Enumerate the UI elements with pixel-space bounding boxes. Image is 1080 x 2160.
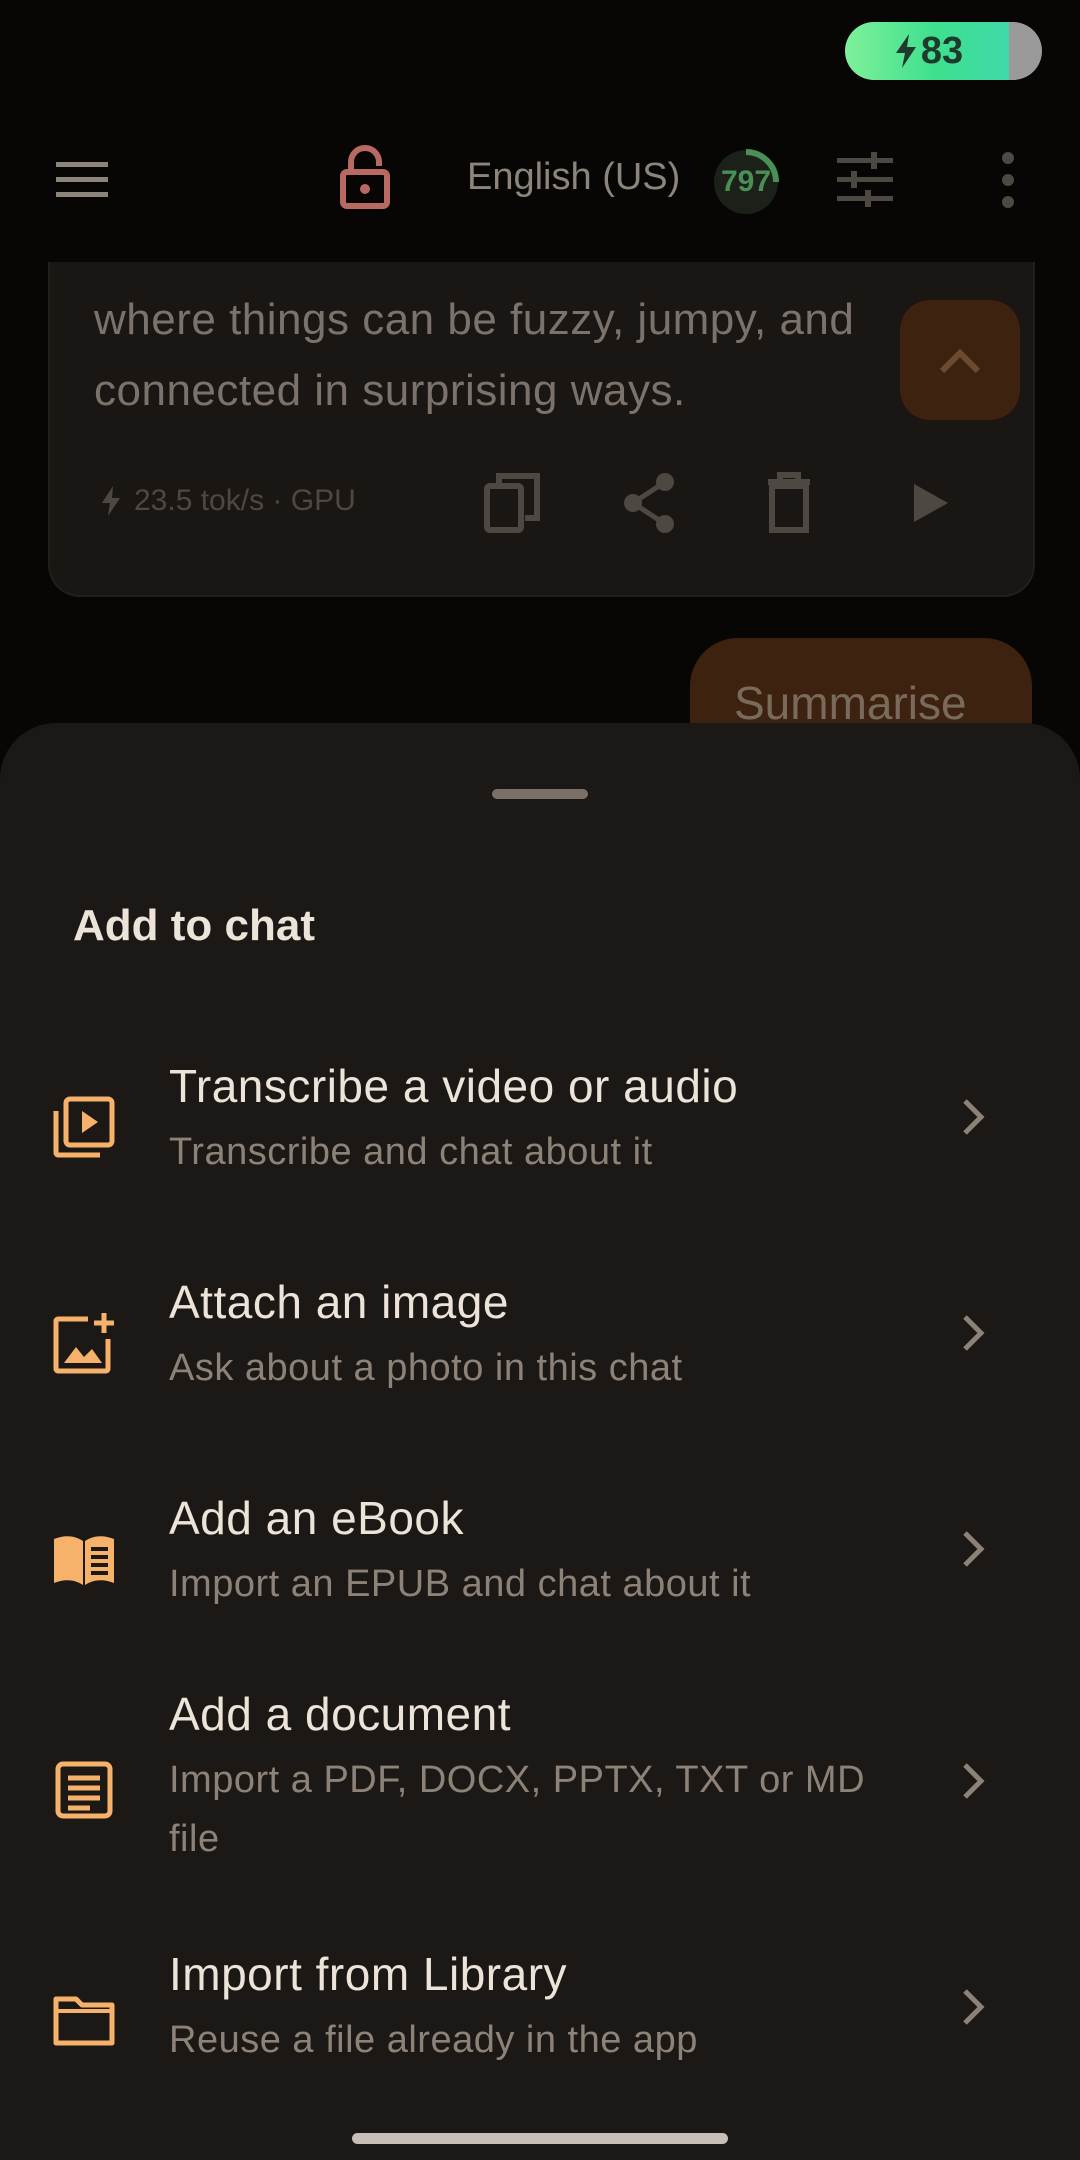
scroll-to-top-button[interactable]	[900, 300, 1020, 420]
option-subtitle: Ask about a photo in this chat	[169, 1347, 683, 1389]
chevron-up-icon	[939, 348, 981, 374]
app-bar: English (US) 797	[0, 120, 1080, 244]
play-icon[interactable]	[900, 472, 958, 534]
drag-handle[interactable]	[492, 789, 588, 799]
option-title: Transcribe a video or audio	[169, 1060, 739, 1112]
sheet-title: Add to chat	[73, 901, 315, 950]
option-import-library[interactable]: Import from Library Reuse a file already…	[0, 1919, 1080, 2119]
delete-icon[interactable]	[760, 472, 818, 534]
folder-icon	[53, 1996, 115, 2046]
home-indicator[interactable]	[352, 2133, 728, 2144]
option-subtitle: Transcribe and chat about it	[169, 1131, 653, 1173]
option-subtitle: Reuse a file already in the app	[169, 2019, 698, 2061]
option-transcribe[interactable]: Transcribe a video or audio Transcribe a…	[0, 1023, 1080, 1223]
chevron-right-icon	[963, 1989, 985, 2025]
unlock-icon[interactable]	[335, 144, 395, 210]
tune-icon[interactable]	[835, 152, 895, 208]
option-attach-image[interactable]: Attach an image Ask about a photo in thi…	[0, 1239, 1080, 1439]
copy-icon[interactable]	[483, 472, 541, 534]
message-text: where things can be fuzzy, jumpy, and co…	[94, 295, 855, 415]
option-add-document[interactable]: Add a document Import a PDF, DOCX, PPTX,…	[0, 1667, 1080, 1907]
chevron-right-icon	[963, 1763, 985, 1799]
battery-level-text: 83	[920, 29, 964, 72]
bolt-icon	[102, 486, 120, 516]
generation-stats: 23.5 tok/s · GPU	[100, 484, 356, 518]
option-add-ebook[interactable]: Add an eBook Import an EPUB and chat abo…	[0, 1455, 1080, 1655]
progress-value: 797	[720, 165, 772, 198]
add-photo-icon	[53, 1313, 114, 1374]
chevron-right-icon	[963, 1531, 985, 1567]
generation-stats-text: 23.5 tok/s · GPU	[134, 484, 356, 517]
language-selector[interactable]: English (US)	[467, 156, 680, 199]
video-library-icon	[53, 1096, 115, 1158]
option-title: Import from Library	[169, 1948, 568, 2000]
summarise-chip-label: Summarise	[734, 677, 967, 729]
book-icon	[54, 1536, 114, 1585]
battery-indicator: 83	[845, 22, 1042, 80]
battery-level: 83	[845, 22, 1011, 80]
menu-icon[interactable]	[52, 156, 112, 204]
option-title: Attach an image	[169, 1276, 509, 1328]
charging-bolt-icon	[895, 34, 916, 68]
chevron-right-icon	[963, 1099, 985, 1135]
option-title: Add an eBook	[169, 1492, 465, 1544]
more-vert-icon[interactable]	[996, 152, 1020, 208]
option-subtitle: Import an EPUB and chat about it	[169, 1563, 752, 1605]
add-to-chat-sheet: Add to chat Transcribe a video or audio …	[0, 723, 1080, 2160]
share-icon[interactable]	[621, 472, 679, 534]
option-title: Add a document	[169, 1688, 512, 1740]
option-subtitle: Import a PDF, DOCX, PPTX, TXT or MD file	[169, 1759, 866, 1860]
document-icon	[55, 1761, 113, 1819]
chevron-right-icon	[963, 1315, 985, 1351]
